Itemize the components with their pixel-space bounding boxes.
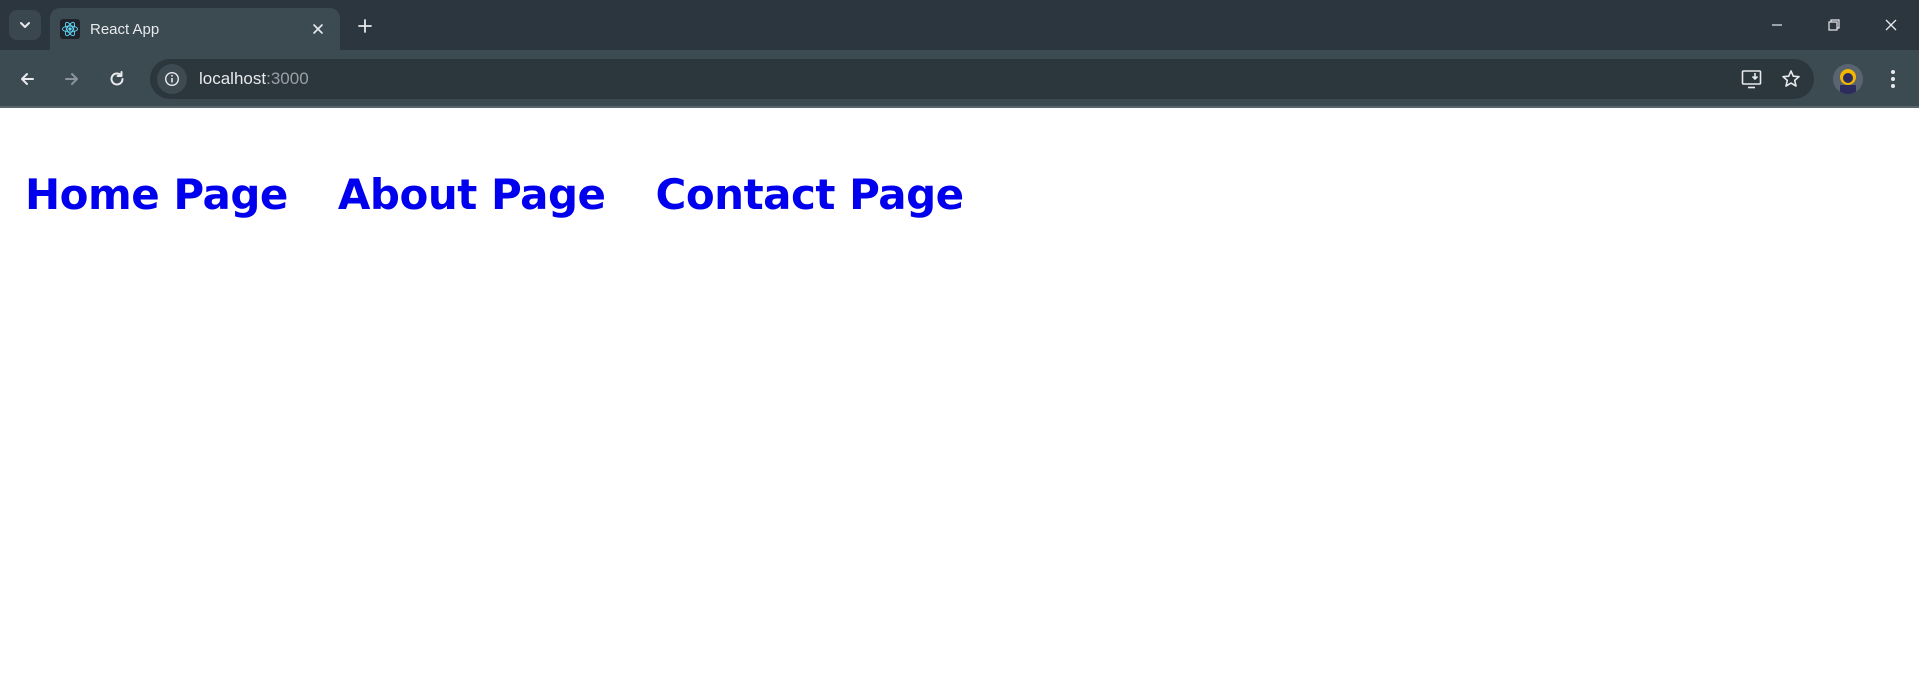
arrow-right-icon <box>65 73 78 85</box>
bookmark-button[interactable] <box>1775 63 1807 95</box>
window-controls <box>1748 0 1919 50</box>
reload-button[interactable] <box>101 63 133 95</box>
page-content: Home Page About Page Contact Page <box>0 108 1919 219</box>
plus-icon <box>358 19 372 33</box>
install-desktop-icon <box>1741 70 1762 89</box>
menu-button[interactable] <box>1877 63 1909 95</box>
restore-icon <box>1827 19 1840 31</box>
back-button[interactable] <box>11 63 43 95</box>
address-bar[interactable]: localhost:3000 <box>150 59 1814 99</box>
star-icon <box>1782 70 1800 87</box>
restore-button[interactable] <box>1805 0 1862 50</box>
about-page-link[interactable]: About Page <box>338 170 606 219</box>
tab-search-button[interactable] <box>9 10 41 40</box>
arrow-left-icon <box>21 73 34 85</box>
new-tab-button[interactable] <box>351 12 379 40</box>
chevron-down-icon <box>20 22 30 28</box>
url-port: :3000 <box>266 69 309 88</box>
react-logo-icon <box>60 19 80 39</box>
minimize-button[interactable] <box>1748 0 1805 50</box>
home-page-link[interactable]: Home Page <box>25 170 288 219</box>
site-info-button[interactable] <box>157 64 187 94</box>
page-nav: Home Page About Page Contact Page <box>25 170 1919 219</box>
info-icon <box>164 71 180 87</box>
browser-window: React App localhost:3000 Home Page About… <box>0 0 1919 682</box>
contact-page-link[interactable]: Contact Page <box>656 170 965 219</box>
profile-avatar[interactable] <box>1833 64 1863 94</box>
tab-title: React App <box>90 20 160 38</box>
tab-strip: React App <box>0 0 1919 50</box>
browser-toolbar: localhost:3000 <box>0 50 1919 108</box>
avatar-icon <box>1833 64 1863 94</box>
url-host: localhost <box>199 69 267 88</box>
close-window-button[interactable] <box>1862 0 1919 50</box>
forward-button[interactable] <box>56 63 88 95</box>
install-app-button[interactable] <box>1736 63 1768 95</box>
close-icon <box>1885 19 1896 31</box>
url-text[interactable]: localhost:3000 <box>199 69 1736 89</box>
more-vertical-icon <box>1891 70 1895 88</box>
tab-react-app[interactable]: React App <box>50 8 340 50</box>
reload-icon <box>110 71 124 86</box>
minimize-icon <box>1771 24 1782 26</box>
close-tab-icon[interactable] <box>306 17 330 41</box>
